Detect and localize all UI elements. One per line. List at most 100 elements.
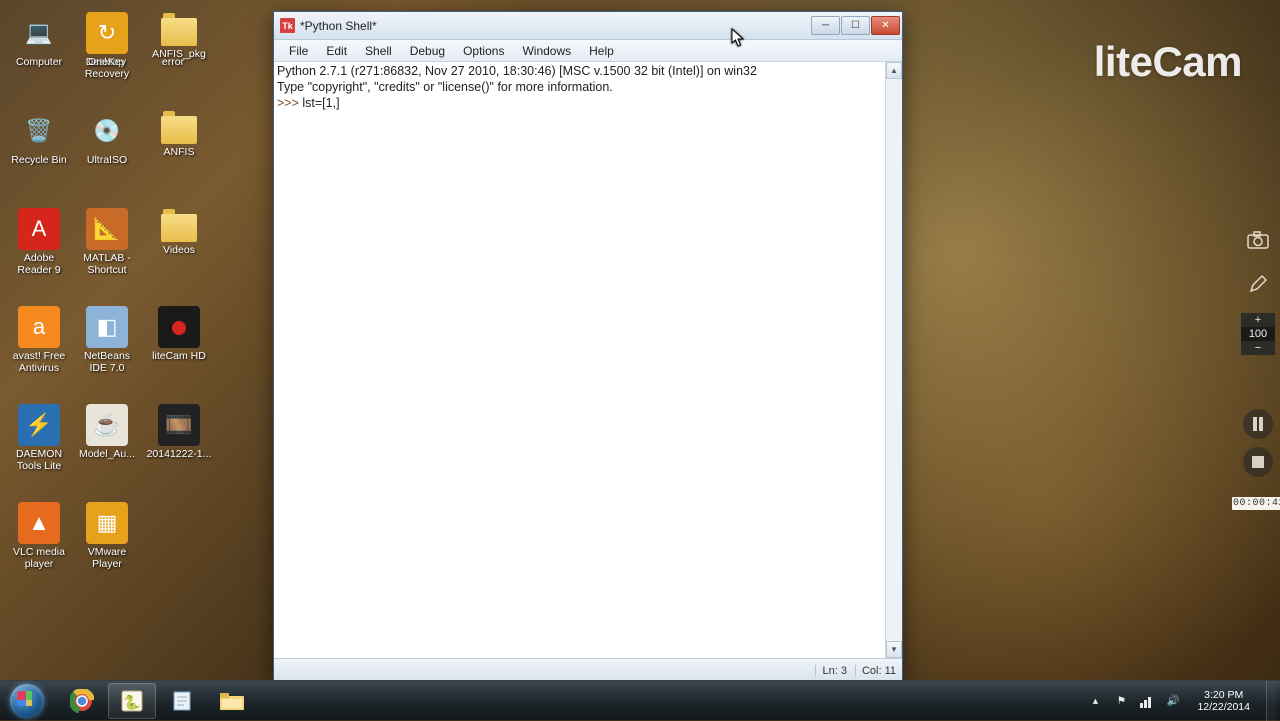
desktop-icon[interactable]: ▦VMware Player <box>74 498 140 596</box>
app-icon: Tk <box>280 18 295 33</box>
desktop-icon[interactable]: ANFIS <box>146 106 212 204</box>
menu-shell[interactable]: Shell <box>356 42 401 60</box>
taskbar-notepad[interactable] <box>158 683 206 719</box>
status-col: Col: 11 <box>855 665 896 677</box>
icon-label: VLC media player <box>6 546 72 570</box>
app-icon <box>158 306 200 348</box>
zoom-control: + 100 − <box>1241 313 1275 355</box>
menu-help[interactable]: Help <box>580 42 623 60</box>
app-icon: 🗑️ <box>18 110 60 152</box>
desktop-icon[interactable]: ⚡DAEMON Tools Lite <box>6 400 72 498</box>
desktop-icon[interactable]: 🎞️ 20141222-1... <box>146 400 212 498</box>
mouse-cursor <box>731 28 745 48</box>
icon-label: liteCam HD <box>152 350 206 362</box>
desktop-icon[interactable]: 💻 Computer <box>6 8 72 106</box>
titlebar[interactable]: Tk *Python Shell* ─ ☐ ✕ <box>274 12 902 40</box>
icon-label: Recycle Bin <box>11 154 66 166</box>
stop-button[interactable] <box>1243 447 1273 477</box>
menu-edit[interactable]: Edit <box>317 42 356 60</box>
menu-debug[interactable]: Debug <box>401 42 454 60</box>
window-title: *Python Shell* <box>300 19 377 33</box>
icon-label: Computer <box>16 56 62 68</box>
app-icon: ↻ <box>86 12 128 54</box>
vertical-scrollbar[interactable]: ▲ ▼ <box>885 62 902 658</box>
icon-label: Model_Au... <box>79 448 135 460</box>
camera-icon[interactable] <box>1243 225 1273 255</box>
tray-time: 3:20 PM <box>1197 689 1250 701</box>
app-icon: 💿 <box>86 110 128 152</box>
icon-label: DAEMON Tools Lite <box>6 448 72 472</box>
litecam-panel: + 100 − 00:00:42 <box>1236 225 1280 510</box>
desktop-icon[interactable]: ☕ Model_Au... <box>74 400 140 498</box>
icon-label: MATLAB - Shortcut <box>74 252 140 276</box>
menu-options[interactable]: Options <box>454 42 513 60</box>
scroll-down-button[interactable]: ▼ <box>886 641 902 658</box>
litecam-watermark: liteCam <box>1094 38 1242 86</box>
tray-volume-icon[interactable]: 🔊 <box>1165 693 1181 709</box>
code-input: lst=[1,] <box>302 96 339 110</box>
app-icon <box>161 18 197 46</box>
start-button[interactable] <box>0 681 54 721</box>
close-button[interactable]: ✕ <box>871 16 900 35</box>
desktop-icon[interactable]: ↻OneKey Recovery <box>74 8 140 106</box>
desktop-icon[interactable]: 💿UltraISO <box>74 106 140 204</box>
shell-text-area[interactable]: Python 2.7.1 (r271:86832, Nov 27 2010, 1… <box>274 62 885 658</box>
icon-label: ANFIS_pkg <box>152 48 206 60</box>
python-shell-window: Tk *Python Shell* ─ ☐ ✕ FileEditShellDeb… <box>273 11 903 683</box>
zoom-value: 100 <box>1241 327 1275 341</box>
app-icon: 📐 <box>86 208 128 250</box>
app-icon: ▦ <box>86 502 128 544</box>
pinned-apps: 🐍 <box>58 681 256 720</box>
show-desktop-button[interactable] <box>1266 681 1276 721</box>
tray-flag-icon[interactable]: ⚑ <box>1113 693 1129 709</box>
icon-label: 20141222-1... <box>147 448 212 460</box>
app-icon <box>161 116 197 144</box>
menu-file[interactable]: File <box>280 42 317 60</box>
scroll-up-button[interactable]: ▲ <box>886 62 902 79</box>
icon-label: ANFIS <box>164 146 195 158</box>
app-icon: ☕ <box>86 404 128 446</box>
app-icon: 🎞️ <box>158 404 200 446</box>
icon-label: OneKey Recovery <box>74 56 140 80</box>
desktop-icon[interactable]: 🗑️ Recycle Bin <box>6 106 72 204</box>
tray-chevron-icon[interactable]: ▴ <box>1087 693 1103 709</box>
desktop-icon[interactable]: 📐MATLAB - Shortcut <box>74 204 140 302</box>
system-tray: ▴ ⚑ 🔊 3:20 PM 12/22/2014 <box>1087 681 1280 720</box>
maximize-button[interactable]: ☐ <box>841 16 870 35</box>
desktop-icons-col3: ANFIS_pkg ANFIS Videos liteCam HD 🎞️ 20141222… <box>146 8 212 668</box>
app-icon: A <box>18 208 60 250</box>
icon-label: Videos <box>163 244 195 256</box>
zoom-in-button[interactable]: + <box>1241 313 1275 327</box>
tray-clock[interactable]: 3:20 PM 12/22/2014 <box>1191 689 1256 713</box>
desktop-icon[interactable]: ◧NetBeans IDE 7.0 <box>74 302 140 400</box>
minimize-button[interactable]: ─ <box>811 16 840 35</box>
tray-date: 12/22/2014 <box>1197 701 1250 713</box>
banner-line-2: Type "copyright", "credits" or "license(… <box>277 80 613 94</box>
pencil-icon[interactable] <box>1243 269 1273 299</box>
banner-line-1: Python 2.7.1 (r271:86832, Nov 27 2010, 1… <box>277 64 757 78</box>
desktop-icon[interactable]: Videos <box>146 204 212 302</box>
taskbar-chrome[interactable] <box>58 683 106 719</box>
menubar: FileEditShellDebugOptionsWindowsHelp <box>274 40 902 62</box>
icon-label: avast! Free Antivirus <box>6 350 72 374</box>
statusbar: Ln: 3 Col: 11 <box>274 658 902 682</box>
desktop-icon[interactable]: AAdobe Reader 9 <box>6 204 72 302</box>
desktop-icon[interactable]: ANFIS_pkg <box>146 8 212 106</box>
icon-label: VMware Player <box>74 546 140 570</box>
desktop-icon[interactable]: ▲VLC media player <box>6 498 72 596</box>
desktop-icon[interactable]: liteCam HD <box>146 302 212 400</box>
taskbar-idle[interactable]: 🐍 <box>108 683 156 719</box>
taskbar-explorer[interactable] <box>208 683 256 719</box>
icon-label: Adobe Reader 9 <box>6 252 72 276</box>
pause-button[interactable] <box>1243 409 1273 439</box>
app-icon <box>161 214 197 242</box>
app-icon: ⚡ <box>18 404 60 446</box>
app-icon: a <box>18 306 60 348</box>
tray-network-icon[interactable] <box>1139 693 1155 709</box>
app-icon: ▲ <box>18 502 60 544</box>
desktop-icon[interactable]: aavast! Free Antivirus <box>6 302 72 400</box>
app-icon: 💻 <box>18 12 60 54</box>
zoom-out-button[interactable]: − <box>1241 341 1275 355</box>
prompt: >>> <box>277 96 302 110</box>
menu-windows[interactable]: Windows <box>513 42 580 60</box>
